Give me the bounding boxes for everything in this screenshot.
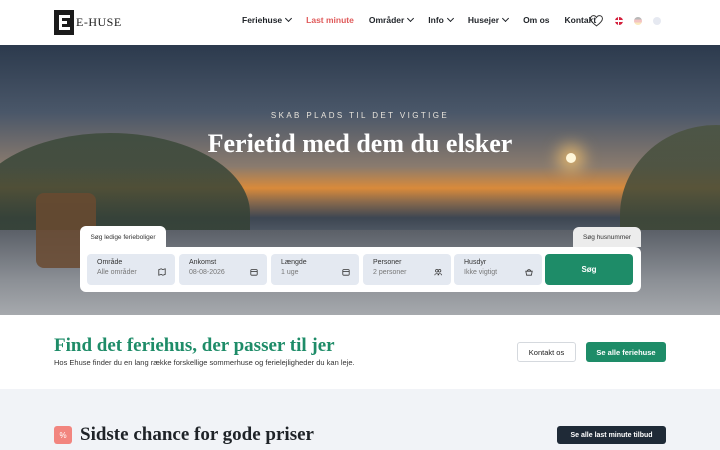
field-label: Område — [97, 259, 123, 266]
pets-select[interactable]: Husdyr Ikke vigtigt — [454, 254, 542, 285]
main-nav: Feriehuse Last minute Områder Info Husej… — [242, 14, 611, 25]
site-header: E-HUSE Feriehuse Last minute Områder Inf… — [0, 0, 720, 45]
search-panel: Område Alle områder Ankomst 08-08-2026 L… — [80, 247, 641, 292]
find-title: Find det feriehus, der passer til jer — [54, 335, 335, 356]
field-label: Husdyr — [464, 259, 487, 266]
people-icon — [434, 269, 442, 276]
nav-item-info[interactable]: Info — [428, 14, 454, 25]
nav-label: Om os — [523, 15, 550, 25]
hero-kicker: SKAB PLADS TIL DET VIGTIGE — [270, 111, 450, 120]
flag-dk-icon[interactable] — [615, 17, 623, 25]
chevron-down-icon — [285, 14, 293, 23]
nav-item-last-minute[interactable]: Last minute — [306, 15, 354, 25]
area-select[interactable]: Område Alle områder — [87, 254, 175, 285]
see-all-houses-button[interactable]: Se alle feriehuse — [586, 342, 666, 362]
flag-gb-icon[interactable] — [653, 17, 661, 25]
calendar-icon — [250, 269, 258, 276]
tab-search-house-number[interactable]: Søg husnummer — [573, 227, 641, 247]
search-button[interactable]: Søg — [545, 254, 633, 285]
contact-button[interactable]: Kontakt os — [517, 342, 576, 362]
nav-label: Info — [428, 15, 444, 25]
logo[interactable]: E-HUSE — [54, 10, 122, 35]
nav-label: Feriehuse — [242, 15, 283, 25]
hero-section: SKAB PLADS TIL DET VIGTIGE Ferietid med … — [0, 45, 720, 315]
nav-label: Last minute — [306, 15, 354, 25]
nav-label: Områder — [368, 15, 405, 25]
find-section: Find det feriehus, der passer til jer Ho… — [0, 315, 720, 389]
field-label: Ankomst — [189, 259, 217, 266]
brand-name: E-HUSE — [76, 15, 122, 29]
nav-label: Husejer — [467, 15, 500, 25]
chevron-down-icon — [407, 14, 415, 23]
find-subtitle: Hos Ehuse finder du en lang række forske… — [54, 358, 355, 367]
see-last-minute-button[interactable]: Se alle last minute tilbud — [557, 426, 666, 444]
logo-icon — [54, 10, 74, 35]
field-label: Længde — [281, 259, 307, 266]
last-chance-section: % Sidste chance for gode priser Se alle … — [0, 389, 720, 450]
nav-item-feriehuse[interactable]: Feriehuse — [242, 14, 293, 25]
flag-de-icon[interactable] — [634, 17, 642, 25]
chevron-down-icon — [446, 14, 454, 23]
hero-title: Ferietid med dem du elsker — [207, 129, 513, 158]
chevron-down-icon — [502, 14, 510, 23]
length-select[interactable]: Længde 1 uge — [271, 254, 359, 285]
last-chance-title: Sidste chance for gode priser — [80, 424, 314, 445]
heart-icon[interactable] — [590, 15, 603, 27]
pet-basket-icon — [525, 269, 533, 276]
field-label: Personer — [373, 259, 402, 266]
calendar-icon — [342, 269, 350, 276]
persons-select[interactable]: Personer 2 personer — [363, 254, 451, 285]
tab-search-available[interactable]: Søg ledige ferieboliger — [80, 226, 166, 248]
arrival-date-field[interactable]: Ankomst 08-08-2026 — [179, 254, 267, 285]
percent-badge-icon: % — [54, 426, 72, 444]
header-actions — [590, 15, 672, 27]
nav-item-omraader[interactable]: Områder — [368, 14, 415, 25]
nav-item-husejer[interactable]: Husejer — [467, 14, 510, 25]
nav-item-om-os[interactable]: Om os — [523, 15, 549, 25]
map-icon — [158, 268, 166, 276]
